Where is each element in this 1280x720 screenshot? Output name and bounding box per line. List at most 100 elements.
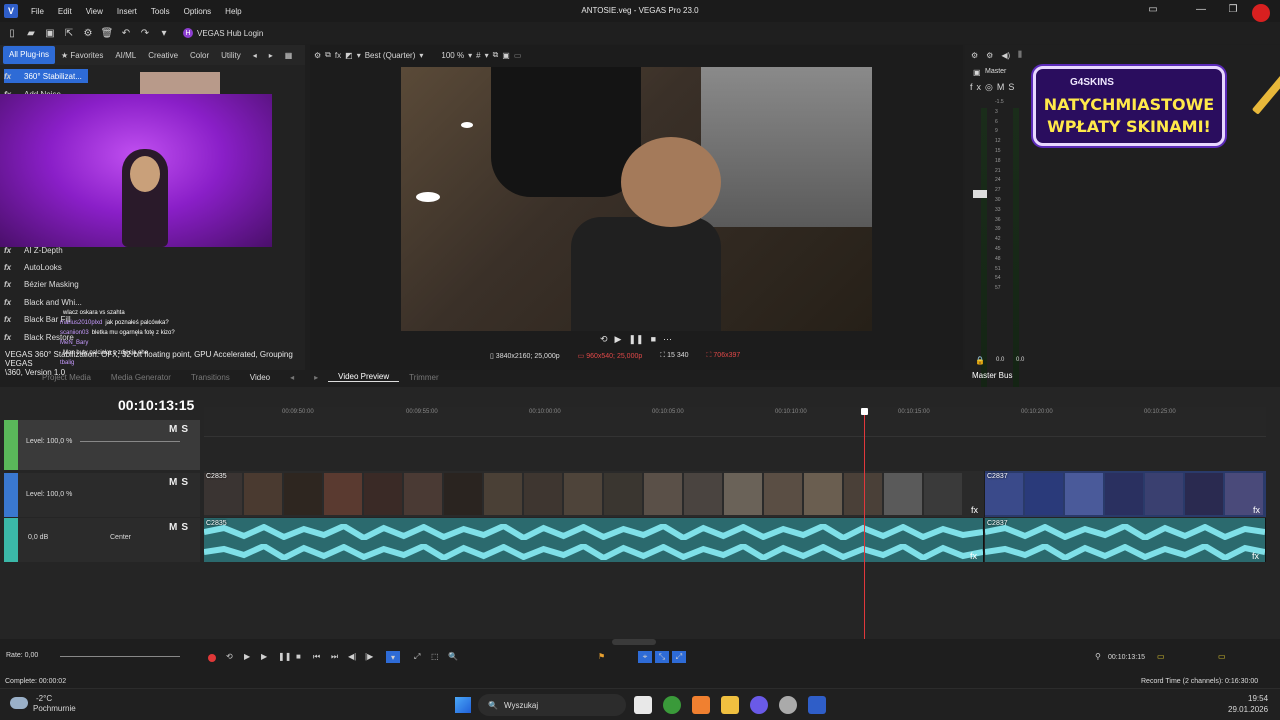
loop-icon[interactable]: ⟲ <box>600 334 608 345</box>
track-header-video-2[interactable]: Level: 100,0 % MS <box>4 473 200 517</box>
windows-start-icon[interactable] <box>455 697 471 713</box>
clip-fx-icon[interactable]: fx <box>1253 505 1260 515</box>
chrome-icon[interactable] <box>663 696 681 714</box>
menu-edit[interactable]: Edit <box>51 7 79 16</box>
lock-icon[interactable]: 🔒 <box>975 356 985 365</box>
copy-snapshot-icon[interactable]: ⧉ <box>493 50 499 60</box>
track-header-audio[interactable]: 0,0 dB Center MS <box>4 518 200 562</box>
clip-fx-icon[interactable]: fx <box>971 505 978 515</box>
tab-creative[interactable]: Creative <box>142 51 184 60</box>
speaker-icon[interactable]: ◀) <box>1001 50 1010 60</box>
maximize-button[interactable]: ❐ <box>1226 4 1240 18</box>
zoom-tool-icon[interactable]: 🔍 <box>448 652 458 661</box>
audio-clip[interactable]: C2837 fx <box>985 518 1266 562</box>
trash-icon[interactable]: 🗑 <box>99 25 115 41</box>
grid-icon[interactable]: # <box>476 51 480 60</box>
selection-tool-icon[interactable]: ⬚ <box>431 652 439 661</box>
settings-gear-icon[interactable]: ⚙ <box>80 25 96 41</box>
marker-icon[interactable]: ⚑ <box>598 652 605 661</box>
timeline-ruler[interactable]: 00:09:50:00 00:09:55:00 00:10:00:00 00:1… <box>204 407 1266 437</box>
hub-dropdown-icon[interactable]: ▾ <box>156 25 172 41</box>
vegas-taskbar-icon[interactable] <box>808 696 826 714</box>
plugin-item[interactable]: fx Black and Whi... <box>4 295 82 309</box>
video-clip[interactable]: C2837 fx <box>985 471 1266 517</box>
mute-solo-buttons[interactable]: MS <box>169 424 192 435</box>
layout-icon[interactable]: ▭ <box>1146 4 1160 18</box>
redo-icon[interactable]: ↷ <box>137 25 153 41</box>
level-slider[interactable] <box>80 441 180 442</box>
clip-fx-icon[interactable]: fx <box>1252 551 1259 561</box>
plugin-item[interactable]: fx Bézier Masking <box>4 277 79 291</box>
tab-trimmer[interactable]: Trimmer <box>399 373 448 382</box>
task-view-icon[interactable] <box>634 696 652 714</box>
hub-login-button[interactable]: H VEGAS Hub Login <box>183 28 263 38</box>
snap-icon[interactable]: ⌖ <box>638 651 652 663</box>
menu-options[interactable]: Options <box>177 7 219 16</box>
discord-icon[interactable] <box>750 696 768 714</box>
master-controls[interactable]: fx◎MS <box>970 82 1018 93</box>
crossfade-icon[interactable]: ⤢ <box>672 651 686 663</box>
envelope-tool-icon[interactable]: ⤢ <box>414 652 420 662</box>
tabs-left-arrow-icon[interactable]: ◂ <box>280 373 304 382</box>
tabs-right-arrow-icon[interactable]: ▸ <box>263 51 279 60</box>
new-file-icon[interactable]: ▯ <box>4 25 20 41</box>
plugin-item[interactable]: fx 360° Stabilizat... <box>4 69 88 83</box>
settings-gear-icon[interactable]: ⚙ <box>971 50 978 60</box>
save-icon[interactable]: ▣ <box>42 25 58 41</box>
file-explorer-icon[interactable] <box>721 696 739 714</box>
loop-region-icon[interactable]: ▭ <box>1157 652 1165 661</box>
play-from-start-icon[interactable]: ▶ <box>244 652 250 661</box>
tab-transitions[interactable]: Transitions <box>181 373 240 382</box>
external-monitor-icon[interactable]: ⧉ <box>325 50 331 60</box>
save-snapshot-icon[interactable]: ▣ <box>502 51 510 60</box>
tab-project-media[interactable]: Project Media <box>32 373 101 382</box>
previous-frame-icon[interactable]: ◀| <box>348 652 356 661</box>
menu-view[interactable]: View <box>79 7 110 16</box>
playhead-handle[interactable] <box>861 408 868 415</box>
app-icon[interactable] <box>779 696 797 714</box>
split-screen-icon[interactable]: ◩ <box>345 51 353 60</box>
master-fader[interactable] <box>973 190 987 198</box>
overlay-icon[interactable]: ▭ <box>514 51 522 60</box>
menu-file[interactable]: File <box>24 7 51 16</box>
undo-icon[interactable]: ↶ <box>118 25 134 41</box>
tab-media-generator[interactable]: Media Generator <box>101 373 181 382</box>
tabs-right-arrow-icon[interactable]: ▸ <box>304 373 328 382</box>
preview-quality-select[interactable]: Best (Quarter) <box>365 51 416 60</box>
tab-all-plugins[interactable]: All Plug-ins <box>3 46 56 64</box>
stop-icon[interactable]: ■ <box>651 334 656 345</box>
tab-master-bus[interactable]: Master Bus <box>972 371 1012 380</box>
minimize-button[interactable]: — <box>1194 4 1208 18</box>
video-clip[interactable]: C2835 fx <box>204 471 984 517</box>
selection-region-icon[interactable]: ▭ <box>1218 652 1226 661</box>
tabs-left-arrow-icon[interactable]: ◂ <box>247 51 263 60</box>
go-to-end-icon[interactable]: ⏭ <box>331 652 338 662</box>
mute-solo-buttons[interactable]: MS <box>169 477 192 488</box>
stop-icon[interactable]: ■ <box>296 652 301 661</box>
tab-ai-ml[interactable]: AI/ML <box>109 51 142 60</box>
auto-ripple-icon[interactable]: ⤡ <box>655 651 669 663</box>
audio-track[interactable]: C2835 fx C2837 fx <box>204 518 1266 562</box>
tab-color[interactable]: Color <box>184 51 215 60</box>
quality-dropdown-icon[interactable]: ▾ <box>357 51 361 60</box>
video-track[interactable]: C2835 fx C2837 fx <box>204 471 1266 517</box>
tab-utility[interactable]: Utility <box>215 51 247 60</box>
go-to-start-icon[interactable]: ⏮ <box>313 652 320 662</box>
audio-clip[interactable]: C2835 fx <box>204 518 984 562</box>
app-icon[interactable] <box>692 696 710 714</box>
playhead[interactable] <box>864 411 865 639</box>
preview-settings-icon[interactable]: ⚙ <box>314 51 321 60</box>
panel-menu-icon[interactable]: ▦ <box>279 51 299 60</box>
play-icon[interactable]: ▶ <box>261 652 267 661</box>
pause-icon[interactable]: ❚❚ <box>628 334 643 345</box>
normal-edit-tool-icon[interactable]: ▾ <box>386 651 400 663</box>
play-icon[interactable]: ▶ <box>615 334 622 345</box>
loop-icon[interactable]: ⟲ <box>226 652 233 661</box>
pause-icon[interactable]: ❚❚ <box>278 652 291 661</box>
menu-tools[interactable]: Tools <box>144 7 177 16</box>
next-frame-icon[interactable]: |▶ <box>365 652 373 661</box>
tab-favorites[interactable]: ★ Favorites <box>55 51 109 60</box>
render-icon[interactable]: ⇱ <box>61 25 77 41</box>
open-folder-icon[interactable]: ▰ <box>23 25 39 41</box>
clip-fx-icon[interactable]: fx <box>970 551 977 561</box>
